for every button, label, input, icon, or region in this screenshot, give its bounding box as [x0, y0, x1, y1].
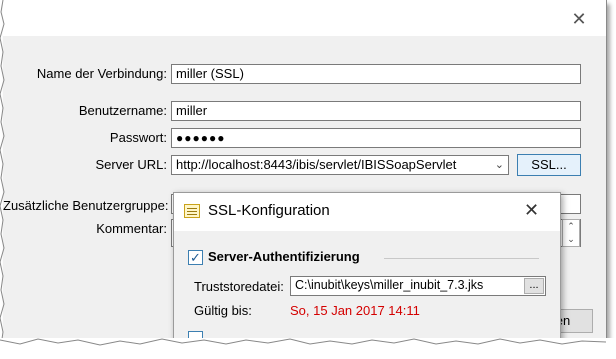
valid-until-label: Gültig bis: — [194, 303, 252, 318]
server-url-value: http://localhost:8443/ibis/servlet/IBISS… — [176, 157, 457, 172]
password-label: Passwort: — [109, 130, 167, 145]
connection-name-input[interactable]: miller (SSL) — [171, 64, 581, 84]
server-url-combo[interactable]: http://localhost:8443/ibis/servlet/IBISS… — [171, 155, 509, 175]
server-auth-label: Server-Authentifizierung — [208, 249, 360, 264]
server-url-label: Server URL: — [95, 157, 167, 172]
comment-spinner[interactable]: ⌃ ⌄ — [562, 219, 580, 247]
truststore-value: C:\inubit\keys\miller_inubit_7.3.jks — [295, 278, 484, 292]
dialog-title-bar — [3, 0, 606, 36]
connection-dialog: ✕ Name der Verbindung: Benutzername: Pas… — [3, 0, 607, 339]
comment-label: Kommentar: — [96, 221, 167, 236]
ssl-config-dialog: SSL-Konfiguration ✕ ✓ Server-Authentifiz… — [173, 192, 561, 338]
ssl-button[interactable]: SSL... — [517, 154, 581, 176]
ssl-dialog-title: SSL-Konfiguration — [208, 202, 330, 219]
torn-edge-left — [0, 0, 5, 347]
truststore-field[interactable]: C:\inubit\keys\miller_inubit_7.3.jks ... — [290, 276, 546, 296]
valid-until-value: So, 15 Jan 2017 14:11 — [290, 303, 420, 318]
extra-group-label: Zusätzliche Benutzergruppe: — [3, 198, 169, 213]
torn-edge-bottom — [0, 338, 616, 356]
spinner-down-icon[interactable]: ⌄ — [563, 233, 579, 246]
certificate-icon — [184, 204, 200, 218]
server-auth-checkbox[interactable]: ✓ — [188, 250, 203, 265]
ssl-dialog-title-bar: SSL-Konfiguration ✕ — [174, 193, 560, 231]
name-label: Name der Verbindung: — [36, 66, 167, 81]
close-icon[interactable]: ✕ — [568, 8, 590, 30]
password-input[interactable]: ●●●●●● — [171, 128, 581, 148]
browse-button[interactable]: ... — [524, 278, 544, 294]
spinner-up-icon[interactable]: ⌃ — [563, 220, 579, 233]
username-input[interactable]: miller — [171, 101, 581, 121]
user-label: Benutzername: — [78, 103, 167, 118]
truststore-label: Truststoredatei: — [194, 279, 284, 294]
group-divider — [384, 258, 539, 259]
close-icon[interactable]: ✕ — [524, 200, 539, 221]
chevron-down-icon[interactable]: ⌄ — [495, 156, 504, 174]
